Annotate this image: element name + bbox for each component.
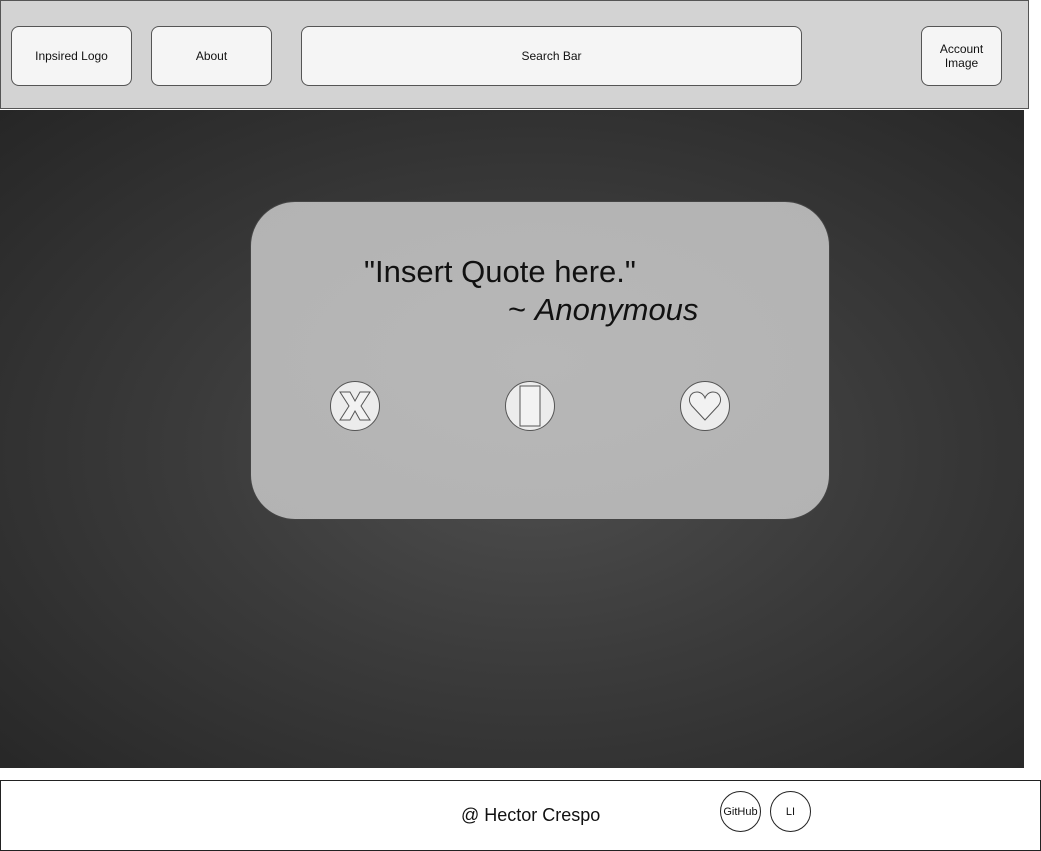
copyright-text: @ Hector Crespo	[461, 805, 601, 825]
middle-button[interactable]	[505, 381, 555, 431]
quote-text: "Insert Quote here."	[364, 254, 636, 289]
logo-button[interactable]: Inpsired Logo	[11, 26, 132, 86]
author-name: Anonymous	[534, 292, 699, 327]
search-bar[interactable]: Search Bar	[301, 26, 802, 86]
footer: @ Hector Crespo GitHub LI	[0, 780, 1041, 851]
rectangle-icon	[519, 385, 541, 427]
header: Inpsired Logo About Search Bar Account I…	[0, 0, 1029, 109]
heart-icon	[689, 391, 721, 421]
linkedin-link[interactable]: LI	[770, 791, 811, 832]
main-area: "Insert Quote here." ~ Anonymous	[0, 110, 1024, 768]
quote-card: "Insert Quote here." ~ Anonymous	[250, 201, 830, 520]
account-image-button[interactable]: Account Image	[921, 26, 1002, 86]
github-link[interactable]: GitHub	[720, 791, 761, 832]
quote-author: ~ Anonymous	[508, 292, 698, 328]
author-prefix: ~	[508, 292, 535, 327]
page: Inpsired Logo About Search Bar Account I…	[0, 0, 1041, 851]
x-icon	[339, 391, 371, 421]
dismiss-button[interactable]	[330, 381, 380, 431]
about-button[interactable]: About	[151, 26, 272, 86]
like-button[interactable]	[680, 381, 730, 431]
